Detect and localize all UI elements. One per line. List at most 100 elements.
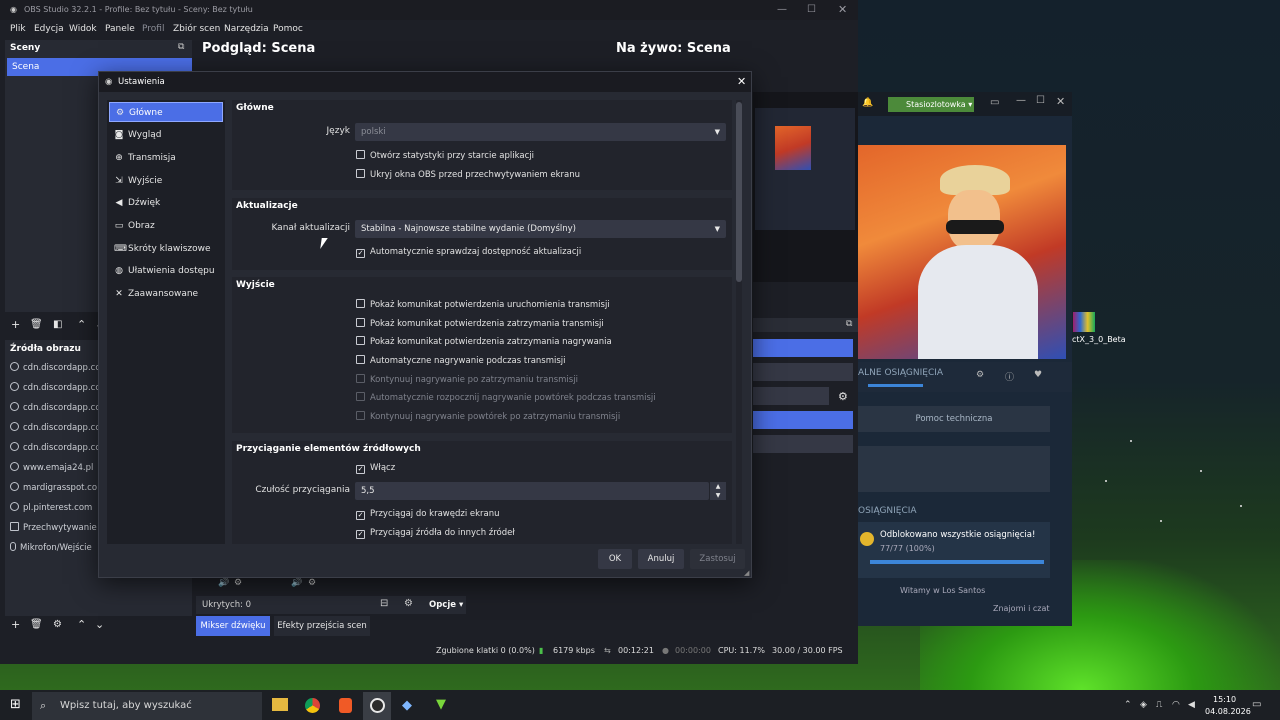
trash-icon[interactable]: 🗑	[30, 319, 43, 330]
file-explorer-icon[interactable]	[272, 698, 288, 711]
monitor-icon[interactable]: ▭	[990, 97, 999, 108]
gear-icon[interactable]: ⚙	[234, 578, 242, 588]
windows-start-icon[interactable]: ⊞	[10, 697, 21, 712]
nav-accessibility[interactable]: ◍ Ułatwienia dostępu	[109, 261, 223, 281]
menu-edit[interactable]: Edycja	[34, 24, 64, 34]
checkbox-box[interactable]	[356, 150, 365, 159]
settings-button[interactable]	[753, 435, 853, 453]
obs-taskbar-icon[interactable]	[370, 698, 385, 713]
nav-stream[interactable]: ⊕ Transmisja	[109, 148, 223, 168]
speaker-icon[interactable]: 🔊	[218, 578, 229, 588]
source-item[interactable]: www.emaja24.pl	[10, 462, 102, 480]
source-item[interactable]: Mikrofon/Wejście	[10, 542, 102, 560]
nav-video[interactable]: ▭ Obraz	[109, 216, 223, 236]
checkbox-box[interactable]	[356, 318, 365, 327]
source-item[interactable]: pl.pinterest.com	[10, 502, 102, 520]
minimize-icon[interactable]: —	[777, 0, 787, 20]
gear-icon[interactable]: ⚙	[53, 619, 62, 630]
scrollbar-thumb[interactable]	[736, 102, 742, 282]
winrar-desktop-icon[interactable]	[1073, 312, 1095, 332]
checkbox-auto-record[interactable]: Automatyczne nagrywanie podczas transmis…	[356, 355, 566, 366]
checkbox-open-stats[interactable]: Otwórz statystyki przy starcie aplikacji	[356, 150, 534, 161]
source-item[interactable]: cdn.discordapp.cc	[10, 362, 102, 380]
gear-icon[interactable]: ⚙	[976, 370, 984, 380]
tab-audio-mixer[interactable]: Mikser dźwięku	[196, 616, 270, 636]
checkbox-auto-update[interactable]: ✓ Automatycznie sprawdzaj dostępność aktu…	[356, 247, 581, 258]
heart-icon[interactable]: ♥	[1034, 370, 1042, 380]
steam-taskbar-icon[interactable]: ◆	[402, 698, 412, 713]
checkbox-confirm-stop-stream[interactable]: Pokaż komunikat potwierdzenia zatrzymani…	[356, 318, 604, 329]
bell-icon[interactable]: 🔔	[862, 98, 873, 108]
checkbox-snapping-enable[interactable]: ✓ Włącz	[356, 463, 395, 474]
checkbox-box[interactable]	[356, 336, 365, 345]
source-item[interactable]: cdn.discordapp.cc	[10, 422, 102, 440]
brave-icon[interactable]	[339, 698, 352, 713]
nav-general[interactable]: ⚙ Główne	[109, 102, 223, 122]
checkbox-box[interactable]	[356, 169, 365, 178]
menu-tools[interactable]: Narzędzia	[224, 24, 269, 34]
nav-appearance[interactable]: ◙ Wygląd	[109, 125, 223, 145]
close-icon[interactable]: ✕	[838, 0, 847, 20]
menu-scene-collection[interactable]: Zbiór scen	[173, 24, 220, 34]
nav-hotkeys[interactable]: ⌨Skróty klawiszowe	[109, 239, 223, 259]
move-down-icon[interactable]: ⌄	[95, 618, 104, 631]
language-select[interactable]: polski ▼	[355, 123, 726, 141]
update-channel-select[interactable]: Stabilna - Najnowsze stabilne wydanie (D…	[355, 220, 726, 238]
tray-network-icon[interactable]: ◈	[1140, 700, 1147, 710]
source-item[interactable]: Przechwytywanie	[10, 522, 102, 540]
chevron-down-icon[interactable]: ▼	[716, 492, 721, 499]
menu-profile[interactable]: Profil	[142, 24, 164, 34]
tab-scene-transitions[interactable]: Efekty przejścia scen	[274, 616, 370, 636]
checkbox-hide-obs[interactable]: Ukryj okna OBS przed przechwytywaniem ek…	[356, 169, 580, 180]
source-item[interactable]: cdn.discordapp.cc	[10, 402, 102, 420]
checkbox-box[interactable]	[356, 411, 365, 420]
options-dropdown[interactable]: Opcje ▾	[429, 600, 463, 610]
nav-output[interactable]: ⇲ Wyjście	[109, 171, 223, 191]
cancel-button[interactable]: Anuluj	[638, 549, 684, 569]
tray-usb-icon[interactable]: ⎍	[1156, 700, 1162, 710]
filter-icon[interactable]: ◧	[53, 319, 62, 330]
menu-file[interactable]: Plik	[10, 24, 26, 34]
layout-icon[interactable]: ⊟	[380, 598, 388, 609]
tray-wifi-icon[interactable]: ◠	[1172, 700, 1180, 710]
studio-mode-button[interactable]	[753, 411, 853, 429]
support-button[interactable]: Pomoc techniczna	[858, 406, 1050, 432]
nav-audio[interactable]: ◀ Dźwięk	[109, 193, 223, 213]
start-recording-button[interactable]	[753, 363, 853, 381]
maximize-icon[interactable]: ☐	[1036, 95, 1045, 106]
gear-icon[interactable]: ⚙	[404, 598, 413, 609]
steam-user-button[interactable]: Stasiozlotowka ▾	[888, 97, 974, 112]
speaker-icon[interactable]: 🔊	[291, 578, 302, 588]
undock-icon[interactable]: ⧉	[178, 42, 184, 52]
checkbox-box[interactable]	[356, 374, 365, 383]
checkbox-box[interactable]	[356, 299, 365, 308]
info-icon[interactable]: ⓘ	[1005, 370, 1014, 383]
checkbox-snap-screen-edges[interactable]: ✓ Przyciągaj do krawędzi ekranu	[356, 509, 500, 520]
chrome-icon[interactable]	[305, 698, 320, 713]
start-streaming-button[interactable]	[753, 339, 853, 357]
notifications-icon[interactable]: ▭	[1252, 699, 1261, 710]
chevron-up-icon[interactable]: ▲	[716, 483, 721, 490]
virtual-camera-button[interactable]	[753, 387, 829, 405]
checkbox-keep-replay[interactable]: Kontynuuj nagrywanie powtórek po zatrzym…	[356, 411, 620, 422]
menu-docks[interactable]: Panele	[105, 24, 135, 34]
maximize-icon[interactable]: ☐	[807, 0, 816, 20]
close-icon[interactable]: ✕	[1056, 95, 1065, 108]
checkbox-box[interactable]	[356, 392, 365, 401]
checkbox-checked[interactable]: ✓	[356, 530, 365, 539]
checkbox-snap-other-sources[interactable]: ✓ Przyciągaj źródła do innych źródeł	[356, 528, 515, 539]
source-item[interactable]: mardigrasspot.co	[10, 482, 102, 500]
app-taskbar-icon[interactable]: ▼	[436, 697, 446, 712]
add-icon[interactable]: +	[11, 618, 20, 631]
checkbox-checked[interactable]: ✓	[356, 249, 365, 258]
clock-time[interactable]: 15:10	[1213, 695, 1236, 704]
resize-grip-icon[interactable]: ◢	[744, 569, 749, 577]
spinbox-arrows[interactable]: ▲ ▼	[710, 482, 726, 500]
menu-view[interactable]: Widok	[69, 24, 97, 34]
checkbox-confirm-start-stream[interactable]: Pokaż komunikat potwierdzenia uruchomien…	[356, 299, 610, 310]
close-icon[interactable]: ✕	[737, 72, 746, 92]
trash-icon[interactable]: 🗑	[30, 619, 43, 630]
tray-chevron-icon[interactable]: ⌃	[1124, 700, 1132, 710]
friends-chat-label[interactable]: Znajomi i czat	[993, 604, 1050, 613]
move-up-icon[interactable]: ⌃	[77, 618, 86, 631]
